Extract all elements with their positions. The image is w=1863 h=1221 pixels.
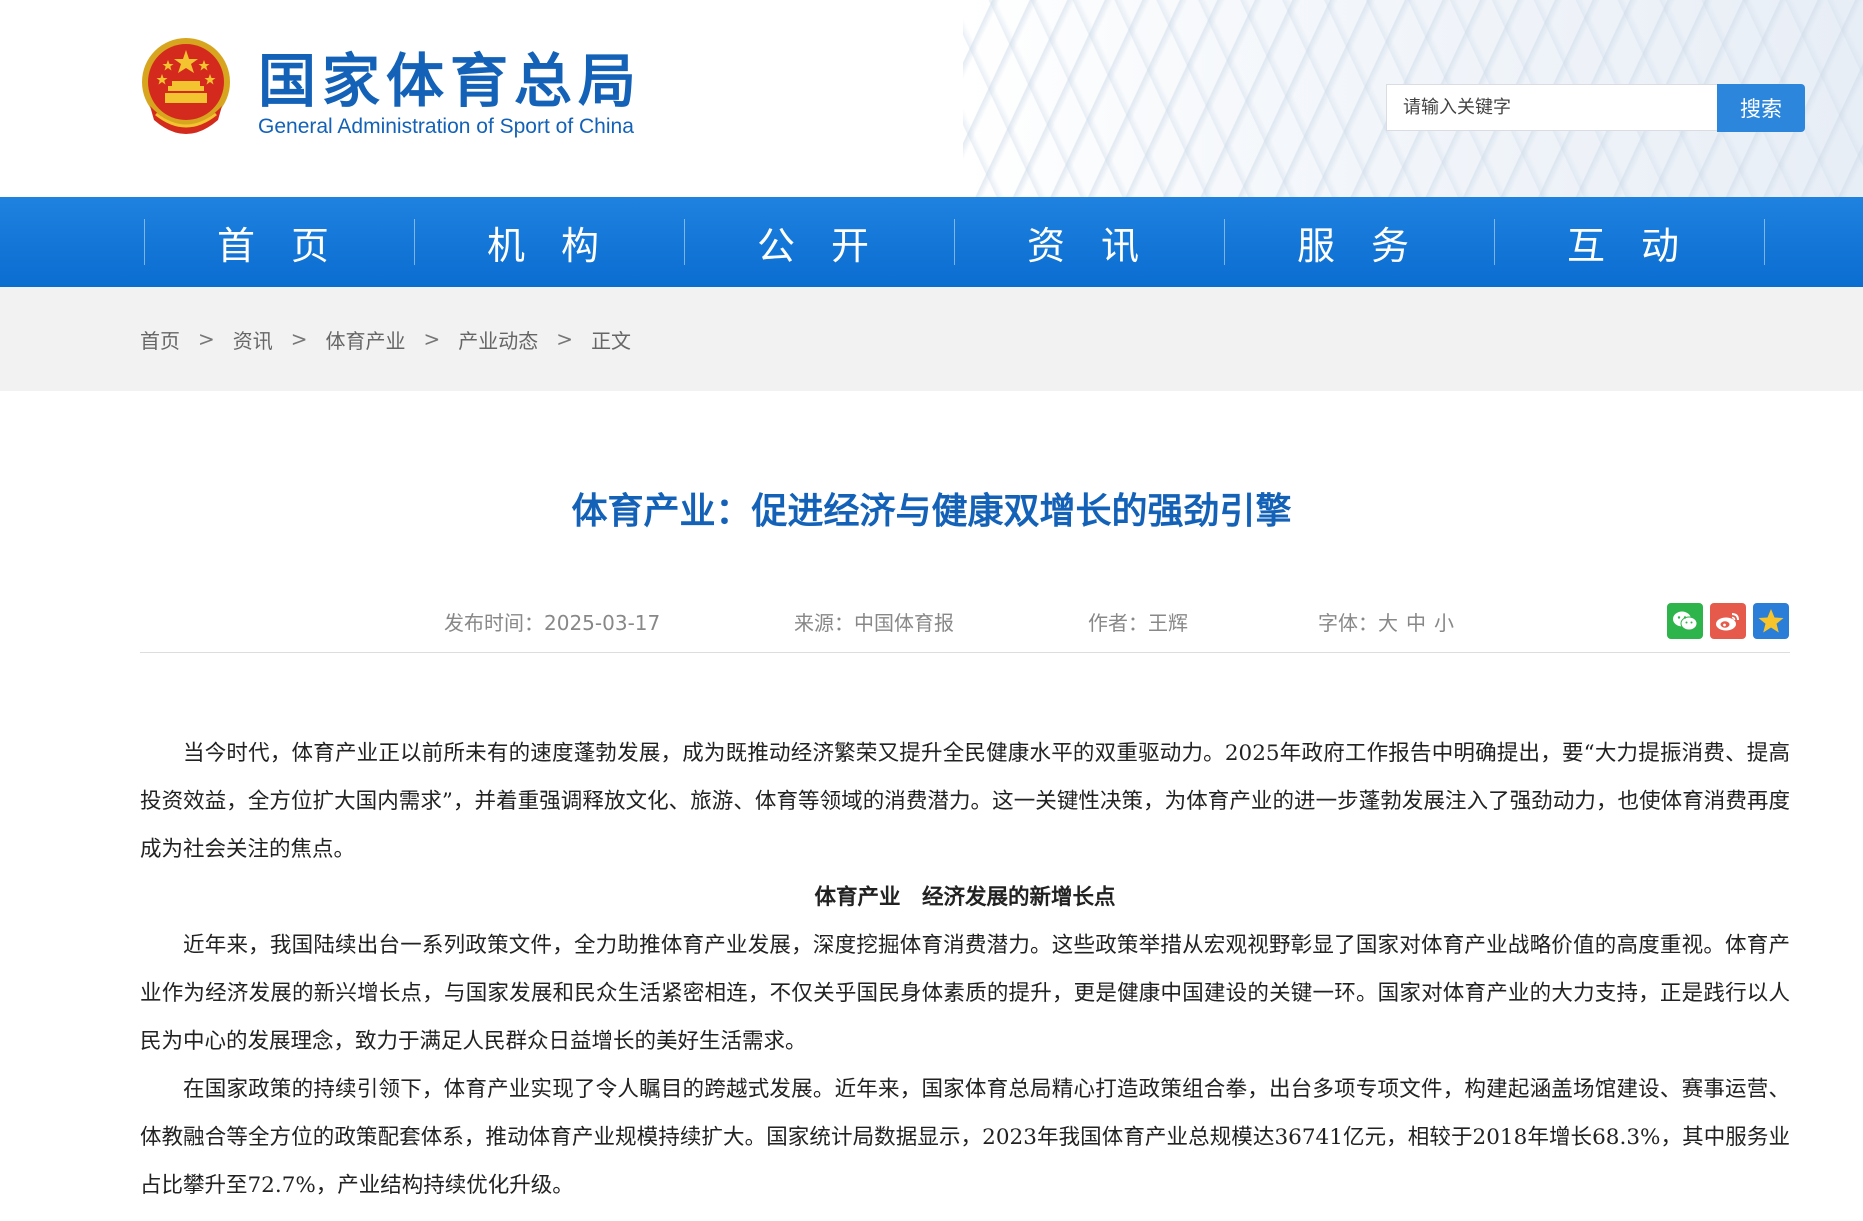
publish-time: 发布时间：2025-03-17 (444, 611, 661, 635)
breadcrumb-current: 正文 (591, 328, 632, 353)
main-nav: 首 页 机 构 公 开 资 讯 服 务 互 动 (0, 197, 1863, 287)
article-title: 体育产业：促进经济与健康双增长的强劲引擎 (571, 491, 1292, 532)
site-title[interactable]: 国家体育总局 (258, 46, 642, 116)
breadcrumb-separator: > (290, 327, 308, 351)
article-paragraph: 近年来，我国陆续出台一系列政策文件，全力助推体育产业发展，深度挖掘体育消费潜力。… (140, 933, 1790, 1054)
search-button[interactable]: 搜索 (1717, 84, 1805, 132)
font-size-small[interactable]: 小 (1434, 611, 1454, 635)
breadcrumb: 首页 > 资讯 > 体育产业 > 产业动态 > 正文 (140, 287, 631, 391)
breadcrumb-separator: > (198, 327, 215, 351)
font-size-large[interactable]: 大 (1378, 611, 1398, 635)
site-subtitle: General Administration of Sport of China (258, 115, 634, 138)
qzone-icon[interactable] (1753, 603, 1789, 639)
wechat-icon[interactable] (1667, 603, 1703, 639)
weibo-icon[interactable] (1710, 603, 1746, 639)
article-source: 来源：中国体育报 (794, 611, 954, 635)
font-size-label: 字体： (1318, 611, 1378, 635)
nav-item-organization[interactable]: 机 构 (414, 197, 684, 287)
font-size-control: 字体：大中小 (1318, 606, 1454, 640)
article-author: 作者：王辉 (1088, 611, 1188, 635)
breadcrumb-separator: > (423, 327, 441, 351)
breadcrumb-link-industry-updates[interactable]: 产业动态 (458, 325, 538, 354)
nav-item-news[interactable]: 资 讯 (954, 197, 1224, 287)
nav-separator (1494, 219, 1495, 265)
nav-item-disclosure[interactable]: 公 开 (684, 197, 954, 287)
breadcrumb-bar: 首页 > 资讯 > 体育产业 > 产业动态 > 正文 (0, 287, 1863, 391)
article-body: 当今时代，体育产业正以前所未有的速度蓬勃发展，成为既推动经济繁荣又提升全民健康水… (140, 730, 1790, 1210)
nav-list: 首 页 机 构 公 开 资 讯 服 务 互 动 (144, 197, 1766, 287)
breadcrumb-link-home[interactable]: 首页 (140, 325, 180, 354)
nav-item-services[interactable]: 服 务 (1224, 197, 1494, 287)
breadcrumb-separator: > (556, 327, 574, 351)
search-input[interactable] (1386, 84, 1718, 131)
font-size-medium[interactable]: 中 (1406, 611, 1426, 635)
national-emblem-icon (142, 38, 230, 134)
nav-item-home[interactable]: 首 页 (144, 197, 414, 287)
article-subheading: 体育产业 经济发展的新增长点 (814, 885, 1116, 910)
nav-separator (1224, 219, 1225, 265)
nav-separator (954, 219, 955, 265)
nav-separator (1764, 219, 1765, 265)
nav-separator (414, 219, 415, 265)
breadcrumb-link-sports-industry[interactable]: 体育产业 (326, 325, 406, 354)
article-paragraph: 当今时代，体育产业正以前所未有的速度蓬勃发展，成为既推动经济繁荣又提升全民健康水… (140, 741, 1790, 862)
article-paragraph: 在国家政策的持续引领下，体育产业实现了令人瞩目的跨越式发展。近年来，国家体育总局… (140, 1077, 1790, 1198)
meta-divider (140, 652, 1790, 653)
breadcrumb-link-news[interactable]: 资讯 (233, 325, 273, 354)
site-header: 国家体育总局 General Administration of Sport o… (0, 0, 1863, 197)
nav-item-interaction[interactable]: 互 动 (1494, 197, 1764, 287)
nav-separator (684, 219, 685, 265)
